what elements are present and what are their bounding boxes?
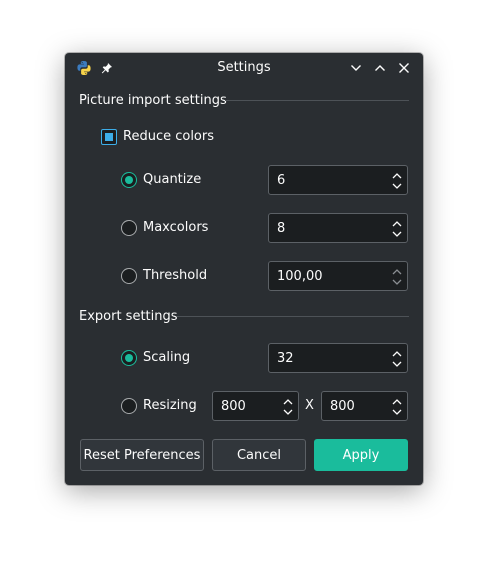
resize-separator: X bbox=[305, 398, 314, 413]
reduce-colors-label: Reduce colors bbox=[123, 129, 214, 144]
export-heading: Export settings bbox=[79, 309, 178, 324]
quantize-label: Quantize bbox=[143, 172, 202, 187]
spin-arrows-icon[interactable] bbox=[391, 348, 403, 370]
threshold-value: 100,00 bbox=[277, 269, 323, 284]
resize-height-spinbox[interactable]: 800 bbox=[321, 391, 408, 421]
resizing-radio[interactable] bbox=[121, 398, 137, 414]
reduce-colors-checkbox[interactable] bbox=[101, 129, 117, 145]
section-divider bbox=[225, 100, 409, 101]
settings-dialog: Settings Picture import settings Reduce … bbox=[65, 53, 423, 485]
spin-arrows-icon[interactable] bbox=[391, 266, 403, 288]
quantize-radio[interactable] bbox=[121, 172, 137, 188]
apply-button[interactable]: Apply bbox=[314, 439, 408, 471]
maxcolors-value: 8 bbox=[277, 221, 286, 236]
maxcolors-spinbox[interactable]: 8 bbox=[268, 213, 408, 243]
threshold-spinbox[interactable]: 100,00 bbox=[268, 261, 408, 291]
scaling-radio[interactable] bbox=[121, 350, 137, 366]
resize-width-value: 800 bbox=[221, 399, 246, 414]
maxcolors-label: Maxcolors bbox=[143, 220, 209, 235]
spin-arrows-icon[interactable] bbox=[391, 396, 403, 418]
window-title: Settings bbox=[217, 60, 271, 75]
scaling-value: 32 bbox=[277, 351, 294, 366]
resize-width-spinbox[interactable]: 800 bbox=[212, 391, 299, 421]
scaling-label: Scaling bbox=[143, 350, 191, 365]
spin-arrows-icon[interactable] bbox=[391, 170, 403, 192]
quantize-value: 6 bbox=[277, 173, 286, 188]
section-divider bbox=[177, 316, 409, 317]
resize-height-value: 800 bbox=[330, 399, 355, 414]
title-bar: Settings bbox=[65, 53, 423, 83]
threshold-radio[interactable] bbox=[121, 268, 137, 284]
resizing-label: Resizing bbox=[143, 398, 197, 413]
close-icon[interactable] bbox=[396, 53, 412, 83]
reset-preferences-button[interactable]: Reset Preferences bbox=[80, 439, 204, 471]
spin-arrows-icon[interactable] bbox=[391, 218, 403, 240]
scaling-spinbox[interactable]: 32 bbox=[268, 343, 408, 373]
cancel-button[interactable]: Cancel bbox=[212, 439, 306, 471]
picture-import-heading: Picture import settings bbox=[79, 93, 227, 108]
spin-arrows-icon[interactable] bbox=[282, 396, 294, 418]
quantize-spinbox[interactable]: 6 bbox=[268, 165, 408, 195]
minimize-icon[interactable] bbox=[348, 53, 364, 83]
maxcolors-radio[interactable] bbox=[121, 220, 137, 236]
threshold-label: Threshold bbox=[143, 268, 208, 283]
maximize-icon[interactable] bbox=[372, 53, 388, 83]
